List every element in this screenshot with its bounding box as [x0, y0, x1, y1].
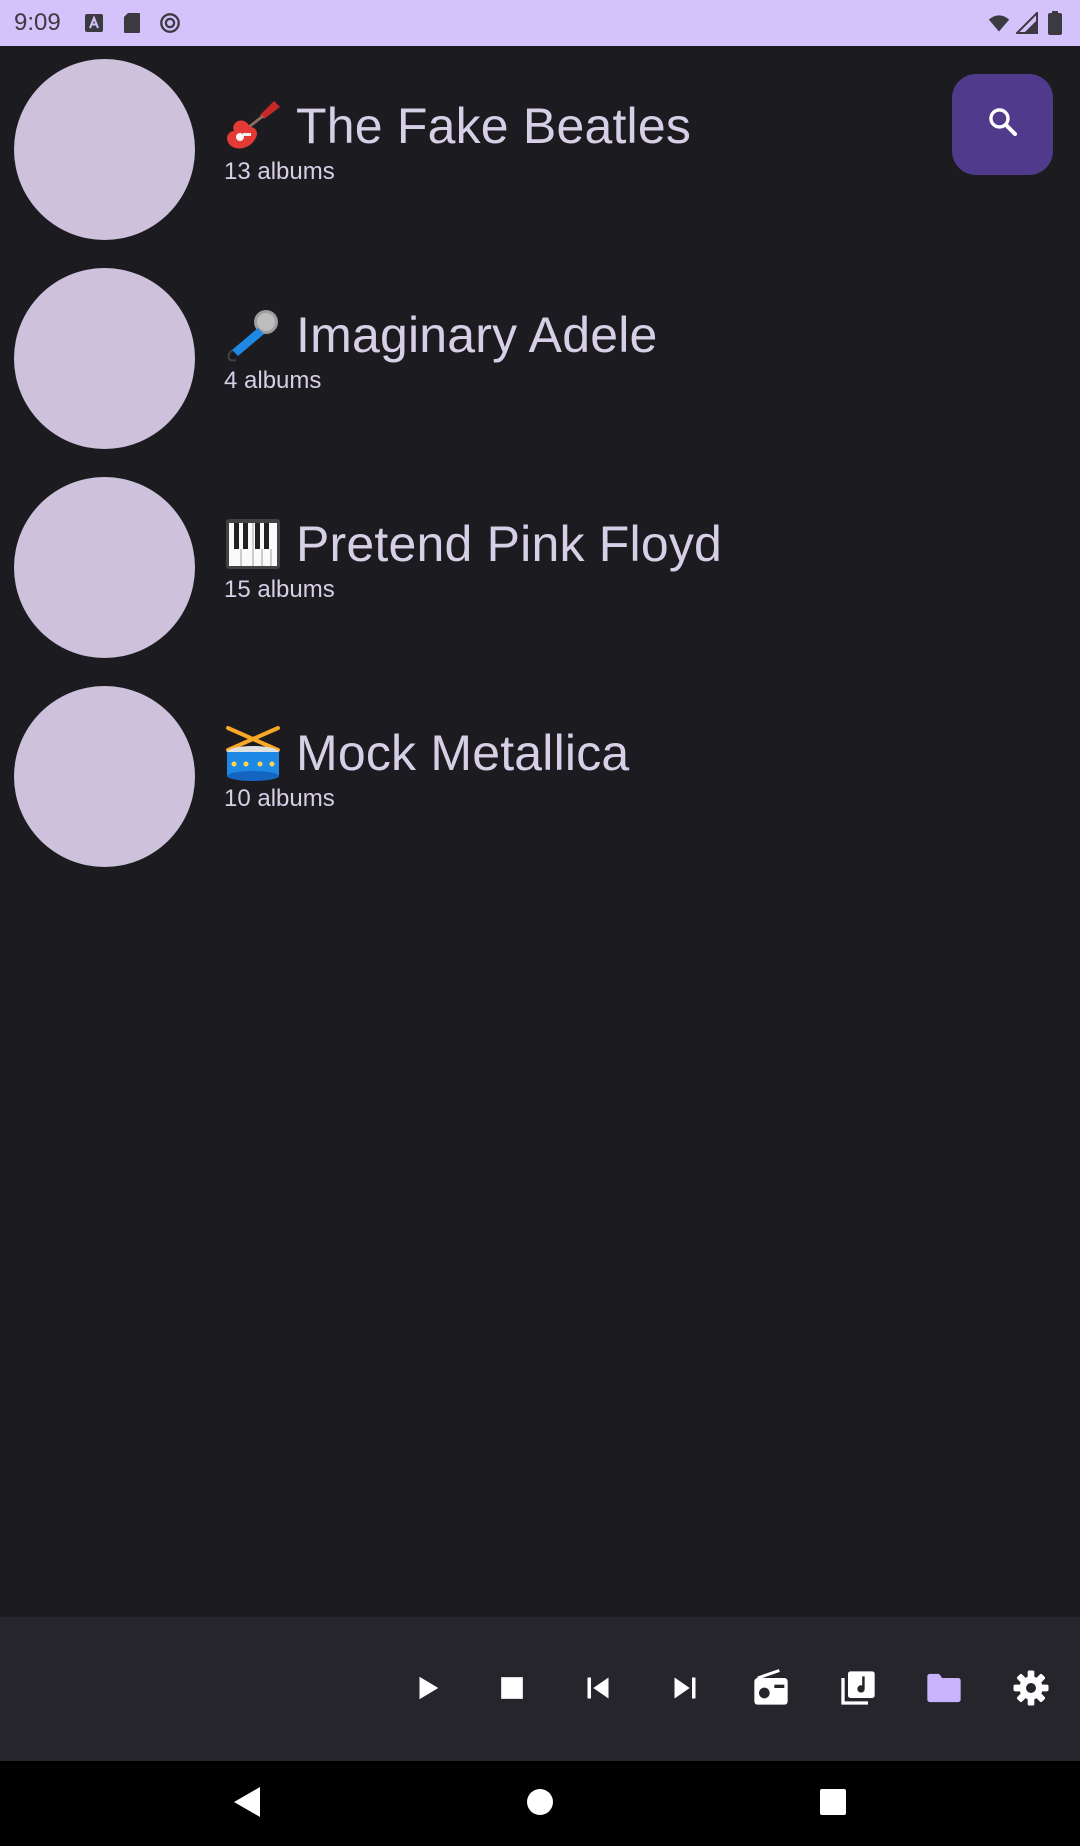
folder-icon — [924, 1668, 964, 1713]
sync-icon — [159, 12, 181, 34]
recents-button[interactable] — [808, 1779, 858, 1829]
album-count: 13 albums — [224, 158, 335, 185]
drum-icon — [224, 724, 282, 782]
artist-avatar — [14, 268, 195, 449]
a-badge-icon — [83, 12, 105, 34]
wifi-icon — [988, 12, 1010, 34]
play-icon — [412, 1673, 442, 1708]
skip-previous-icon — [584, 1674, 612, 1707]
folder-button[interactable] — [916, 1662, 972, 1718]
back-button[interactable] — [222, 1779, 272, 1829]
skip-next-button[interactable] — [657, 1662, 713, 1718]
artist-name: Pretend Pink Floyd — [296, 516, 723, 572]
microphone-icon — [224, 306, 282, 364]
recents-icon — [819, 1788, 847, 1821]
signal-icon — [1016, 12, 1038, 34]
artist-row[interactable]: Mock Metallica 10 albums — [0, 673, 1080, 882]
search-button[interactable] — [952, 74, 1053, 175]
back-icon — [232, 1785, 262, 1824]
album-count: 15 albums — [224, 576, 335, 603]
artist-name: The Fake Beatles — [296, 98, 692, 154]
skip-previous-button[interactable] — [570, 1662, 626, 1718]
battery-icon — [1044, 11, 1066, 35]
search-icon — [986, 105, 1020, 144]
radio-icon — [751, 1668, 791, 1713]
player-bar — [0, 1617, 1080, 1761]
status-time: 9:09 — [14, 9, 61, 36]
home-icon — [525, 1787, 555, 1822]
home-button[interactable] — [515, 1779, 565, 1829]
radio-button[interactable] — [743, 1662, 799, 1718]
stop-button[interactable] — [484, 1662, 540, 1718]
artist-row[interactable]: The Fake Beatles 13 albums — [0, 46, 1080, 255]
album-count: 10 albums — [224, 785, 335, 812]
artist-list: The Fake Beatles 13 albums Imaginary Ade… — [0, 46, 1080, 882]
library-music-icon — [838, 1668, 878, 1713]
artist-row[interactable]: Pretend Pink Floyd 15 albums — [0, 464, 1080, 673]
sd-card-icon — [121, 12, 143, 34]
artist-name: Imaginary Adele — [296, 307, 658, 363]
settings-button[interactable] — [1003, 1662, 1059, 1718]
album-count: 4 albums — [224, 367, 322, 394]
system-nav-bar — [0, 1761, 1080, 1846]
library-button[interactable] — [830, 1662, 886, 1718]
artist-row[interactable]: Imaginary Adele 4 albums — [0, 255, 1080, 464]
artist-name: Mock Metallica — [296, 725, 630, 781]
guitar-icon — [224, 97, 282, 155]
artist-avatar — [14, 686, 195, 867]
skip-next-icon — [671, 1674, 699, 1707]
status-bar: 9:09 — [0, 0, 1080, 46]
artist-avatar — [14, 59, 195, 240]
artist-avatar — [14, 477, 195, 658]
settings-icon — [1011, 1668, 1051, 1713]
play-button[interactable] — [399, 1662, 455, 1718]
piano-icon — [224, 515, 282, 573]
stop-icon — [499, 1675, 525, 1706]
